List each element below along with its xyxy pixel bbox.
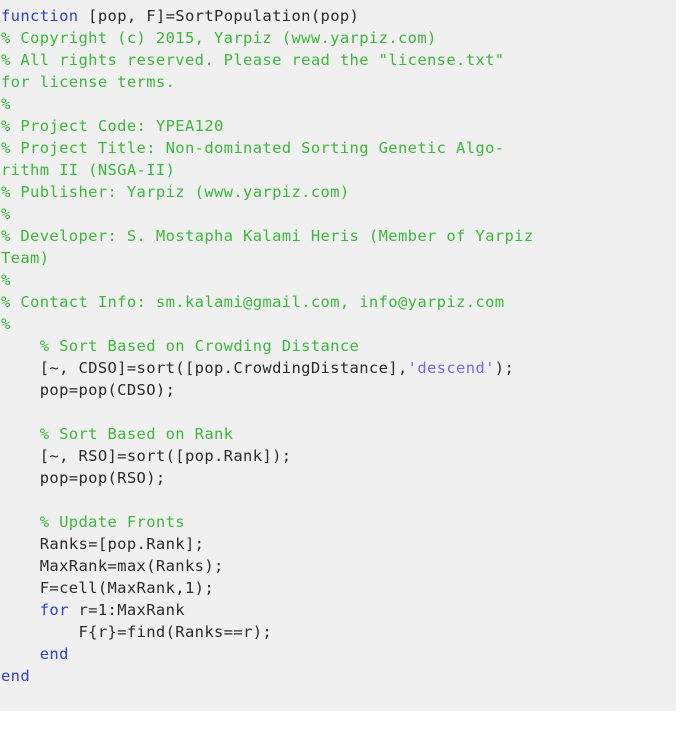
- code-line: % Sort Based on Crowding Distance: [0, 335, 676, 357]
- code-line: %: [0, 313, 676, 335]
- code-token-code: pop=pop(CDSO);: [1, 381, 176, 399]
- code-token-kw: function: [1, 7, 79, 25]
- code-token-comment: Team): [1, 249, 50, 267]
- code-line: % Project Title: Non-dominated Sorting G…: [0, 137, 676, 159]
- code-line: F=cell(MaxRank,1);: [0, 577, 676, 599]
- code-line: % Project Code: YPEA120: [0, 115, 676, 137]
- code-line: rithm II (NSGA-II): [0, 159, 676, 181]
- code-token-comment: rithm II (NSGA-II): [1, 161, 176, 179]
- code-token-code: [pop, F]=SortPopulation(pop): [78, 7, 360, 25]
- code-line: % Contact Info: sm.kalami@gmail.com, inf…: [0, 291, 676, 313]
- code-token-comment: %: [1, 95, 11, 113]
- code-token-kw: end: [1, 667, 31, 685]
- code-token-comment: %: [1, 205, 11, 223]
- code-token-code: [~, CDSO]=sort([pop.CrowdingDistance],: [1, 359, 408, 377]
- code-token-code: );: [494, 359, 515, 377]
- code-token-comment: % Contact Info: sm.kalami@gmail.com, inf…: [1, 293, 505, 311]
- code-line: pop=pop(RSO);: [0, 467, 676, 489]
- code-line: % Developer: S. Mostapha Kalami Heris (M…: [0, 225, 676, 247]
- code-line: for license terms.: [0, 71, 676, 93]
- code-line: MaxRank=max(Ranks);: [0, 555, 676, 577]
- code-token-comment: %: [1, 271, 11, 289]
- code-token-comment: % Sort Based on Crowding Distance: [1, 337, 360, 355]
- code-line: % Publisher: Yarpiz (www.yarpiz.com): [0, 181, 676, 203]
- code-token-code: Ranks=[pop.Rank];: [1, 535, 205, 553]
- code-line: function [pop, F]=SortPopulation(pop): [0, 5, 676, 27]
- code-token-comment: % Publisher: Yarpiz (www.yarpiz.com): [1, 183, 350, 201]
- code-line: for r=1:MaxRank: [0, 599, 676, 621]
- code-token-code: pop=pop(RSO);: [1, 469, 166, 487]
- code-line: % Copyright (c) 2015, Yarpiz (www.yarpiz…: [0, 27, 676, 49]
- code-line: [~, CDSO]=sort([pop.CrowdingDistance],'d…: [0, 357, 676, 379]
- code-token-comment: %: [1, 315, 11, 333]
- code-token-string: 'descend': [407, 359, 495, 377]
- code-token-comment: % Developer: S. Mostapha Kalami Heris (M…: [1, 227, 534, 245]
- code-line: % All rights reserved. Please read the "…: [0, 49, 676, 71]
- code-line: % Sort Based on Rank: [0, 423, 676, 445]
- code-token-code: r=1:MaxRank: [68, 601, 185, 619]
- code-token-code: [1, 645, 40, 663]
- code-token-comment: % Sort Based on Rank: [1, 425, 234, 443]
- code-line: Ranks=[pop.Rank];: [0, 533, 676, 555]
- code-line: %: [0, 203, 676, 225]
- code-token-kw: for: [39, 601, 69, 619]
- code-line: pop=pop(CDSO);: [0, 379, 676, 401]
- code-token-comment: % Project Code: YPEA120: [1, 117, 224, 135]
- code-line: [~, RSO]=sort([pop.Rank]);: [0, 445, 676, 467]
- code-token-code: [1, 601, 40, 619]
- code-line: Team): [0, 247, 676, 269]
- code-token-code: F=cell(MaxRank,1);: [1, 579, 214, 597]
- code-token-comment: for license terms.: [1, 73, 176, 91]
- code-listing[interactable]: function [pop, F]=SortPopulation(pop) % C…: [0, 0, 676, 711]
- code-token-comment: % Project Title: Non-dominated Sorting G…: [1, 139, 505, 157]
- code-line: %: [0, 269, 676, 291]
- code-token-code: [~, RSO]=sort([pop.Rank]);: [1, 447, 292, 465]
- code-line: % Update Fronts: [0, 511, 676, 533]
- code-line: F{r}=find(Ranks==r);: [0, 621, 676, 643]
- code-line: %: [0, 93, 676, 115]
- code-token-kw: end: [39, 645, 69, 663]
- code-token-comment: % All rights reserved. Please read the "…: [1, 51, 505, 69]
- code-line: end: [0, 665, 676, 687]
- code-token-comment: % Update Fronts: [1, 513, 185, 531]
- code-line: end: [0, 643, 676, 665]
- code-token-comment: % Copyright (c) 2015, Yarpiz (www.yarpiz…: [1, 29, 437, 47]
- code-token-code: MaxRank=max(Ranks);: [1, 557, 224, 575]
- code-token-code: F{r}=find(Ranks==r);: [1, 623, 273, 641]
